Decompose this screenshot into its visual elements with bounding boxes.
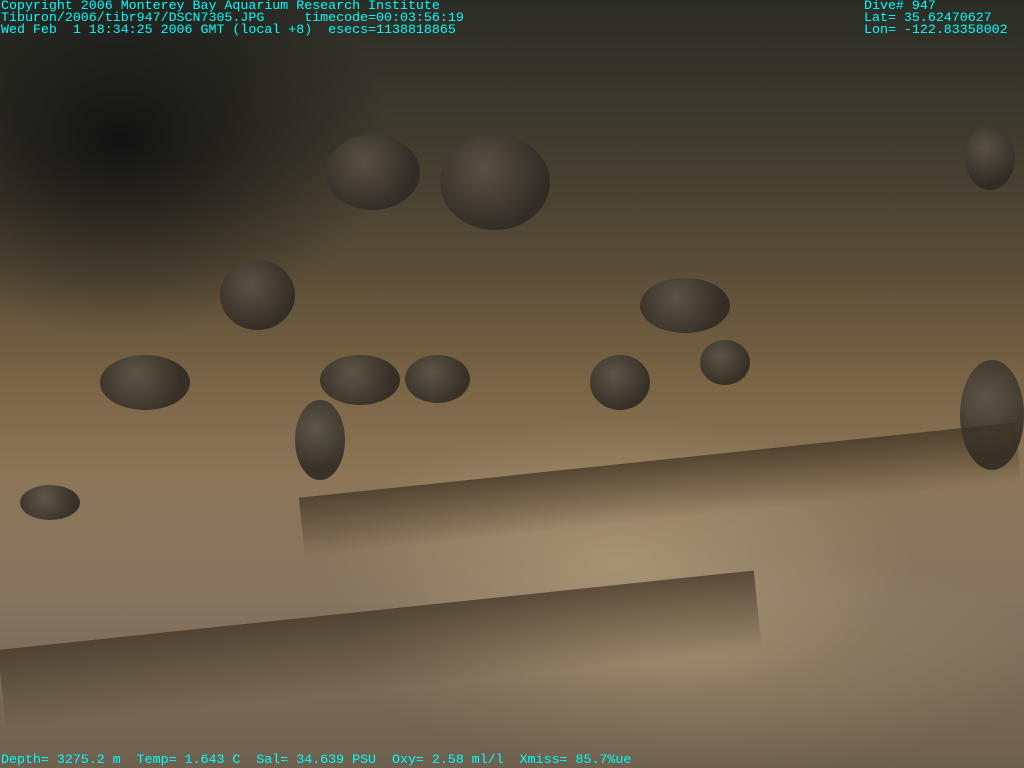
rock: [20, 485, 80, 520]
sensor-readout-text: Depth= 3275.2 m Temp= 1.643 C Sal= 34.63…: [1, 752, 632, 767]
seafloor-photo: [0, 0, 1024, 768]
rock: [405, 355, 470, 403]
sensor-readout-overlay: Depth= 3275.2 m Temp= 1.643 C Sal= 34.63…: [1, 752, 632, 767]
header-left-overlay: Copyright 2006 Monterey Bay Aquarium Res…: [1, 0, 464, 36]
rock: [100, 355, 190, 410]
rock: [220, 260, 295, 330]
rock: [640, 278, 730, 333]
sediment-ledge: [298, 422, 1022, 558]
rock: [700, 340, 750, 385]
rock: [320, 355, 400, 405]
rock: [965, 125, 1015, 190]
datetime-esecs-text: Wed Feb 1 18:34:25 2006 GMT (local +8) e…: [1, 22, 456, 37]
longitude-text: Lon= -122.83358002: [864, 22, 1008, 37]
rock: [590, 355, 650, 410]
rock: [325, 135, 420, 210]
header-right-overlay: Dive# 947 Lat= 35.62470627 Lon= -122.83358…: [864, 0, 1008, 36]
rock: [295, 400, 345, 480]
sediment-ledge: [0, 570, 763, 730]
rock: [440, 135, 550, 230]
